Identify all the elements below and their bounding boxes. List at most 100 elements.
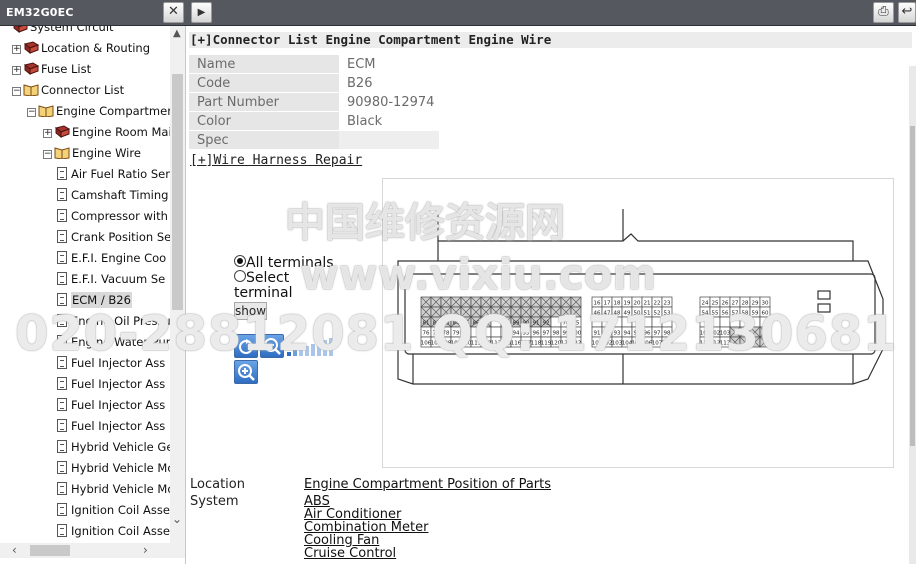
tree-item[interactable]: − Engine Wire (43, 143, 141, 163)
print-button[interactable]: ⎙ (873, 2, 894, 23)
close-icon: ✕ (168, 4, 179, 19)
terminal-cell[interactable] (490, 316, 502, 328)
terminal-cell[interactable] (739, 316, 751, 328)
book-icon (54, 125, 70, 138)
terminal-cell[interactable] (611, 316, 623, 328)
terminal-cell[interactable] (641, 316, 653, 328)
terminal-cell[interactable] (631, 316, 643, 328)
terminal-cell[interactable] (591, 316, 603, 328)
property-key: Code (189, 74, 339, 92)
tree-item[interactable]: E.F.I. Vacuum Se (57, 269, 165, 289)
tree-item[interactable]: Ignition Coil Asse (57, 521, 170, 541)
scroll-right-icon[interactable]: › (143, 543, 148, 557)
connector-drawing: 81 82 83 84 85 86 8776 77 78 79 80106 107 108 109 110 1… (397, 209, 884, 385)
play-button[interactable]: ▶ (191, 2, 212, 23)
main-scroll-thumb[interactable] (910, 126, 915, 446)
scroll-down-icon[interactable]: ⌄ (172, 512, 182, 526)
terminal-cell[interactable] (601, 316, 613, 328)
expand-icon[interactable]: + (12, 66, 21, 75)
tree-item[interactable]: Ignition Coil Asse (57, 500, 170, 520)
zoom-in-button[interactable] (234, 360, 258, 384)
terminal-cell[interactable] (749, 316, 761, 328)
navigation-tree: System Circuit + Location & Routing + Fuse L… (0, 26, 186, 564)
terminal-number: 90 (523, 321, 530, 327)
connector-heading[interactable]: [+]Connector List Engine Compartment Eng… (189, 32, 912, 48)
terminal-cell[interactable] (470, 326, 482, 338)
show-button[interactable]: show (234, 302, 267, 320)
terminal-cell[interactable] (729, 316, 741, 328)
tree-item[interactable]: Fuel Injector Ass (57, 416, 165, 436)
document-icon (57, 503, 67, 516)
tree-item[interactable]: + Engine Room Mai (43, 122, 172, 142)
scroll-up-icon[interactable]: ▲ (173, 28, 181, 39)
tree-item[interactable]: Crank Position Se (57, 227, 171, 247)
terminal-number: 98 (553, 331, 560, 337)
terminal-number: 85 (463, 321, 470, 327)
terminal-cell[interactable] (480, 326, 492, 338)
zoom-level-bars[interactable] (287, 338, 337, 356)
tree-item[interactable]: Camshaft Timing (57, 185, 168, 205)
back-button[interactable]: ↩ (898, 2, 916, 23)
terminal-number: 51 (644, 311, 651, 317)
tree-item-label: E.F.I. Engine Coo (71, 251, 167, 265)
scroll-left-icon[interactable]: ‹ (12, 543, 17, 557)
terminal-cell[interactable] (621, 316, 633, 328)
expand-icon[interactable]: + (43, 129, 52, 138)
tree-item[interactable]: Compressor with (57, 206, 168, 226)
terminal-number: 30 (762, 301, 769, 307)
terminal-cell[interactable] (651, 316, 663, 328)
tree-item[interactable]: Fuel Injector Ass (57, 395, 165, 415)
tree-item[interactable]: ECM / B26 (57, 290, 132, 310)
open-book-icon (23, 84, 39, 96)
tree-item[interactable]: E.F.I. Engine Coo (57, 248, 166, 268)
tree-item[interactable]: Air Fuel Ratio Ser (57, 164, 170, 184)
terminal-number: 52 (654, 311, 661, 317)
terminal-cell[interactable] (719, 316, 731, 328)
terminal-cell[interactable] (550, 316, 562, 328)
terminal-number: 94 (624, 331, 631, 337)
radio-unselected-icon[interactable] (234, 270, 246, 282)
terminal-number: 79 (453, 331, 460, 337)
zoom-out-button[interactable] (260, 334, 284, 358)
system-link[interactable]: Cruise Control (304, 546, 396, 561)
tree-item[interactable]: Fuel Injector Ass (57, 374, 165, 394)
tree-item[interactable]: Engine Water Pur (57, 332, 170, 352)
tree-horizontal-scrollbar[interactable]: ‹ › (0, 543, 185, 558)
wire-harness-repair-link[interactable]: [+]Wire Harness Repair (190, 153, 362, 168)
terminal-number: 108 (662, 341, 673, 347)
tree-item[interactable]: − Connector List (12, 80, 124, 100)
tree-item[interactable]: System Circuit (12, 26, 114, 37)
refresh-button[interactable] (234, 334, 258, 358)
location-link[interactable]: Engine Compartment Position of Parts (304, 477, 551, 492)
tree-item[interactable]: + Fuse List (12, 59, 91, 79)
tree-item[interactable]: Hybrid Vehicle Mo (57, 479, 174, 499)
tree-item[interactable]: − Engine Compartmer (27, 101, 172, 121)
main-panel: [+]Connector List Engine Compartment Eng… (187, 26, 916, 564)
tree-item[interactable]: Hybrid Vehicle Ge (57, 437, 173, 457)
select-terminal-option[interactable]: Select terminal (234, 270, 304, 301)
tree-item[interactable]: Engine Oil Pressu (57, 311, 171, 331)
terminal-number: 81 (423, 321, 430, 327)
collapse-icon[interactable]: − (12, 87, 21, 96)
tree-item[interactable]: Fuel Injector Ass (57, 353, 165, 373)
close-tree-button[interactable]: ✕ (163, 2, 184, 23)
tree-hscroll-thumb[interactable] (30, 545, 70, 556)
tree-vertical-scrollbar[interactable]: ▲ ⌄ (170, 26, 185, 544)
main-vertical-scrollbar[interactable] (909, 66, 916, 564)
collapse-icon[interactable]: − (43, 150, 52, 159)
collapse-icon[interactable]: − (27, 108, 36, 117)
terminal-cell[interactable] (709, 316, 721, 328)
tree-item[interactable]: Hybrid Vehicle Mo (57, 458, 174, 478)
all-terminals-option[interactable]: All terminals (234, 255, 334, 271)
terminal-cell[interactable] (759, 316, 771, 328)
tree-item-label: Compressor with (71, 209, 168, 223)
property-value: ECM (339, 55, 439, 73)
tree-item[interactable]: + Location & Routing (12, 38, 150, 58)
terminal-cell[interactable] (661, 316, 673, 328)
tree-item-label: Fuel Injector Ass (71, 419, 166, 433)
radio-selected-icon[interactable] (234, 255, 246, 267)
expand-icon[interactable]: + (12, 45, 21, 54)
terminal-cell[interactable] (490, 326, 502, 338)
terminal-cell[interactable] (699, 316, 711, 328)
tree-scroll-thumb[interactable] (172, 74, 183, 310)
